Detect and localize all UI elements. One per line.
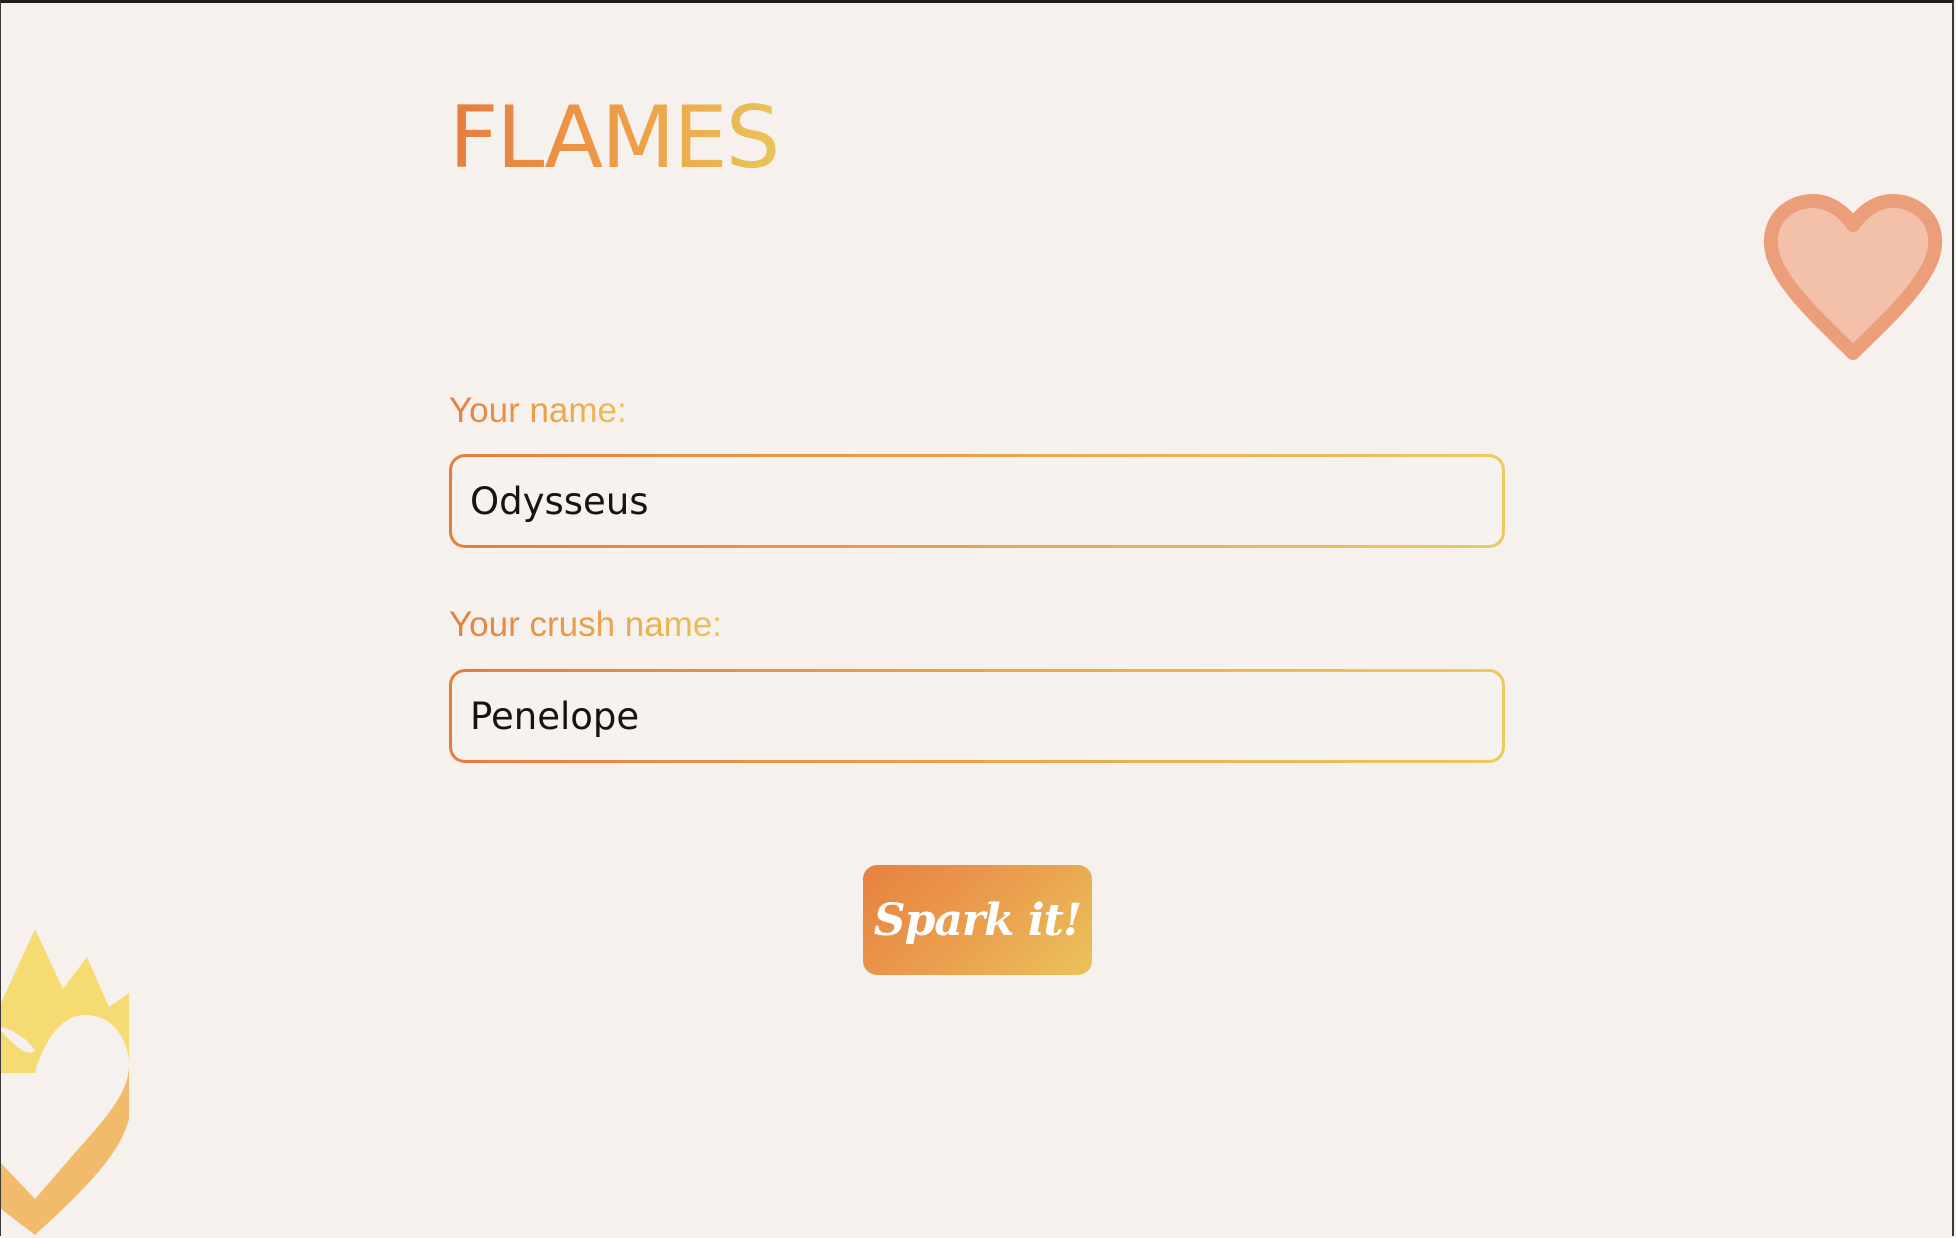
crush-name-input[interactable]: [452, 672, 1502, 760]
flaming-heart-icon: [1, 923, 131, 1236]
page-title: FLAMES: [449, 88, 780, 188]
name-input[interactable]: [452, 457, 1502, 545]
app-window: FLAMES Your name: Your crush name: Spark…: [0, 0, 1954, 1236]
spark-button[interactable]: Spark it!: [863, 865, 1092, 975]
crush-name-label: Your crush name:: [449, 605, 723, 644]
name-field-border: [449, 454, 1505, 548]
name-label: Your name:: [449, 391, 627, 430]
heart-icon: [1761, 193, 1945, 367]
crush-field-border: [449, 669, 1505, 763]
